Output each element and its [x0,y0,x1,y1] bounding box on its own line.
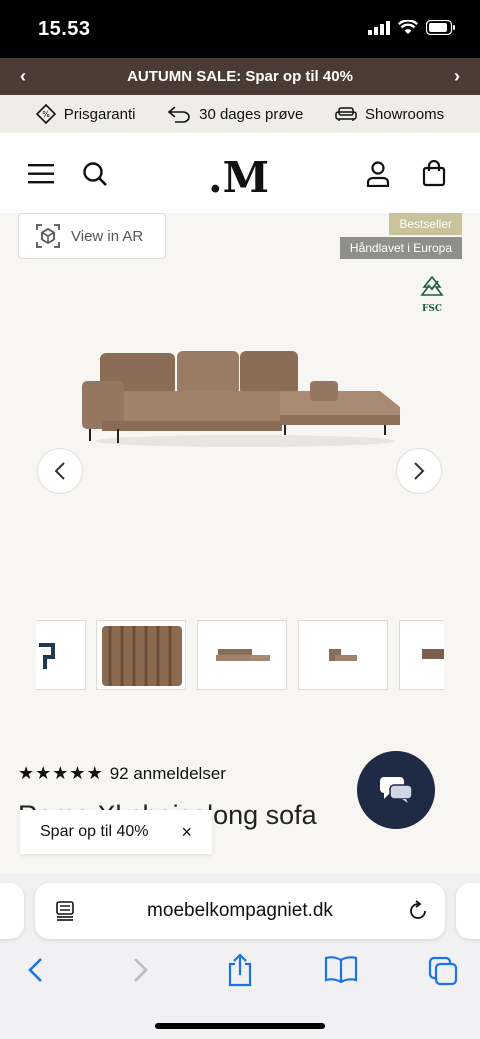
signal-icon [368,20,390,35]
tabs-icon[interactable] [428,956,458,986]
thumbnail-ar[interactable] [36,620,86,690]
search-icon[interactable] [82,161,108,187]
usp-trial[interactable]: 30 dages prøve [167,105,303,123]
status-bar: 15.53 [0,0,480,58]
url-text[interactable]: moebelkompagniet.dk [35,900,445,922]
back-icon[interactable] [26,956,46,984]
usp-bar: % Prisgaranti 30 dages prøve Showrooms [0,95,480,133]
bookmarks-icon[interactable] [324,956,358,984]
hamburger-menu-icon[interactable] [28,163,56,185]
battery-icon [426,20,455,35]
star-icon: ★ [18,763,36,783]
chat-bubbles-icon [380,777,413,803]
fabric-swatch-image [102,626,182,686]
address-bar[interactable]: moebelkompagniet.dk [35,883,445,939]
chevron-right-icon [414,462,425,480]
ar-cube-icon [36,224,60,248]
review-summary[interactable]: ★★★★★ 92 anmeldelser [18,763,226,784]
usp-label: 30 dages prøve [199,105,304,123]
forward-icon[interactable] [130,956,150,984]
thumbnail-fabric[interactable] [96,620,186,690]
gallery-prev-button[interactable] [37,448,83,494]
star-rating: ★★★★★ [18,763,104,784]
star-icon: ★ [69,763,87,783]
promo-bar: ‹ AUTUMN SALE: Spar op til 40% › [0,58,480,95]
ar-label: View in AR [71,227,144,245]
sofa-side-thumbnail-image [329,649,357,661]
previous-tab-pill[interactable] [0,883,24,939]
usp-showrooms[interactable]: Showrooms [335,106,444,123]
badge-handmade: Håndlavet i Europa [339,237,462,259]
site-logo[interactable]: .M [208,153,269,202]
ar-partial-icon [39,643,55,669]
badge-bestseller: Bestseller [389,213,462,235]
gallery-next-button[interactable] [396,448,442,494]
star-icon: ★ [86,763,104,783]
close-icon[interactable]: × [181,822,192,843]
home-indicator [155,1023,325,1029]
product-gallery: View in AR Bestseller Håndlavet i Europa… [0,213,480,603]
chevron-left-icon [54,462,65,480]
review-count: 92 anmeldelser [109,763,226,783]
fsc-logo: FSC [418,275,446,314]
usp-label: Showrooms [364,105,445,123]
product-image[interactable] [80,343,405,453]
svg-text:%: % [42,110,50,119]
share-icon[interactable] [226,953,254,987]
fsc-label: FSC [421,304,443,314]
next-tab-pill[interactable] [456,883,480,939]
site-header: .M [0,133,480,213]
return-arrow-icon [167,106,190,123]
star-icon: ★ [52,763,70,783]
thumbnail-sofa-front[interactable] [197,620,287,690]
promo-text[interactable]: AUTUMN SALE: Spar op til 40% [127,68,353,85]
price-tag-icon: % [35,104,56,124]
promo-next-icon[interactable]: › [454,66,460,87]
reload-icon[interactable] [407,900,429,922]
account-icon[interactable] [366,161,390,187]
promo-prev-icon[interactable]: ‹ [20,66,26,87]
shopping-bag-icon[interactable] [422,160,446,187]
status-time: 15.53 [38,18,91,40]
sofa-angle-thumbnail-image [422,649,444,659]
thumbnail-strip [36,618,444,692]
chat-button[interactable] [357,751,435,829]
fsc-tree-icon [420,275,444,296]
view-in-ar-button[interactable]: View in AR [18,213,166,259]
sofa-thumbnail-image [216,649,270,661]
usp-price-guarantee[interactable]: % Prisgaranti [35,104,136,124]
toast-text: Spar op til 40% [40,823,149,840]
sofa-icon [335,107,357,121]
thumbnail-sofa-angle[interactable] [399,620,444,690]
browser-toolbar: moebelkompagniet.dk [0,873,480,1039]
discount-toast[interactable]: Spar op til 40% × [20,810,212,854]
wifi-icon [398,20,418,34]
thumbnail-sofa-side[interactable] [298,620,388,690]
usp-label: Prisgaranti [63,105,136,123]
star-icon: ★ [35,763,53,783]
status-icons [368,20,456,35]
